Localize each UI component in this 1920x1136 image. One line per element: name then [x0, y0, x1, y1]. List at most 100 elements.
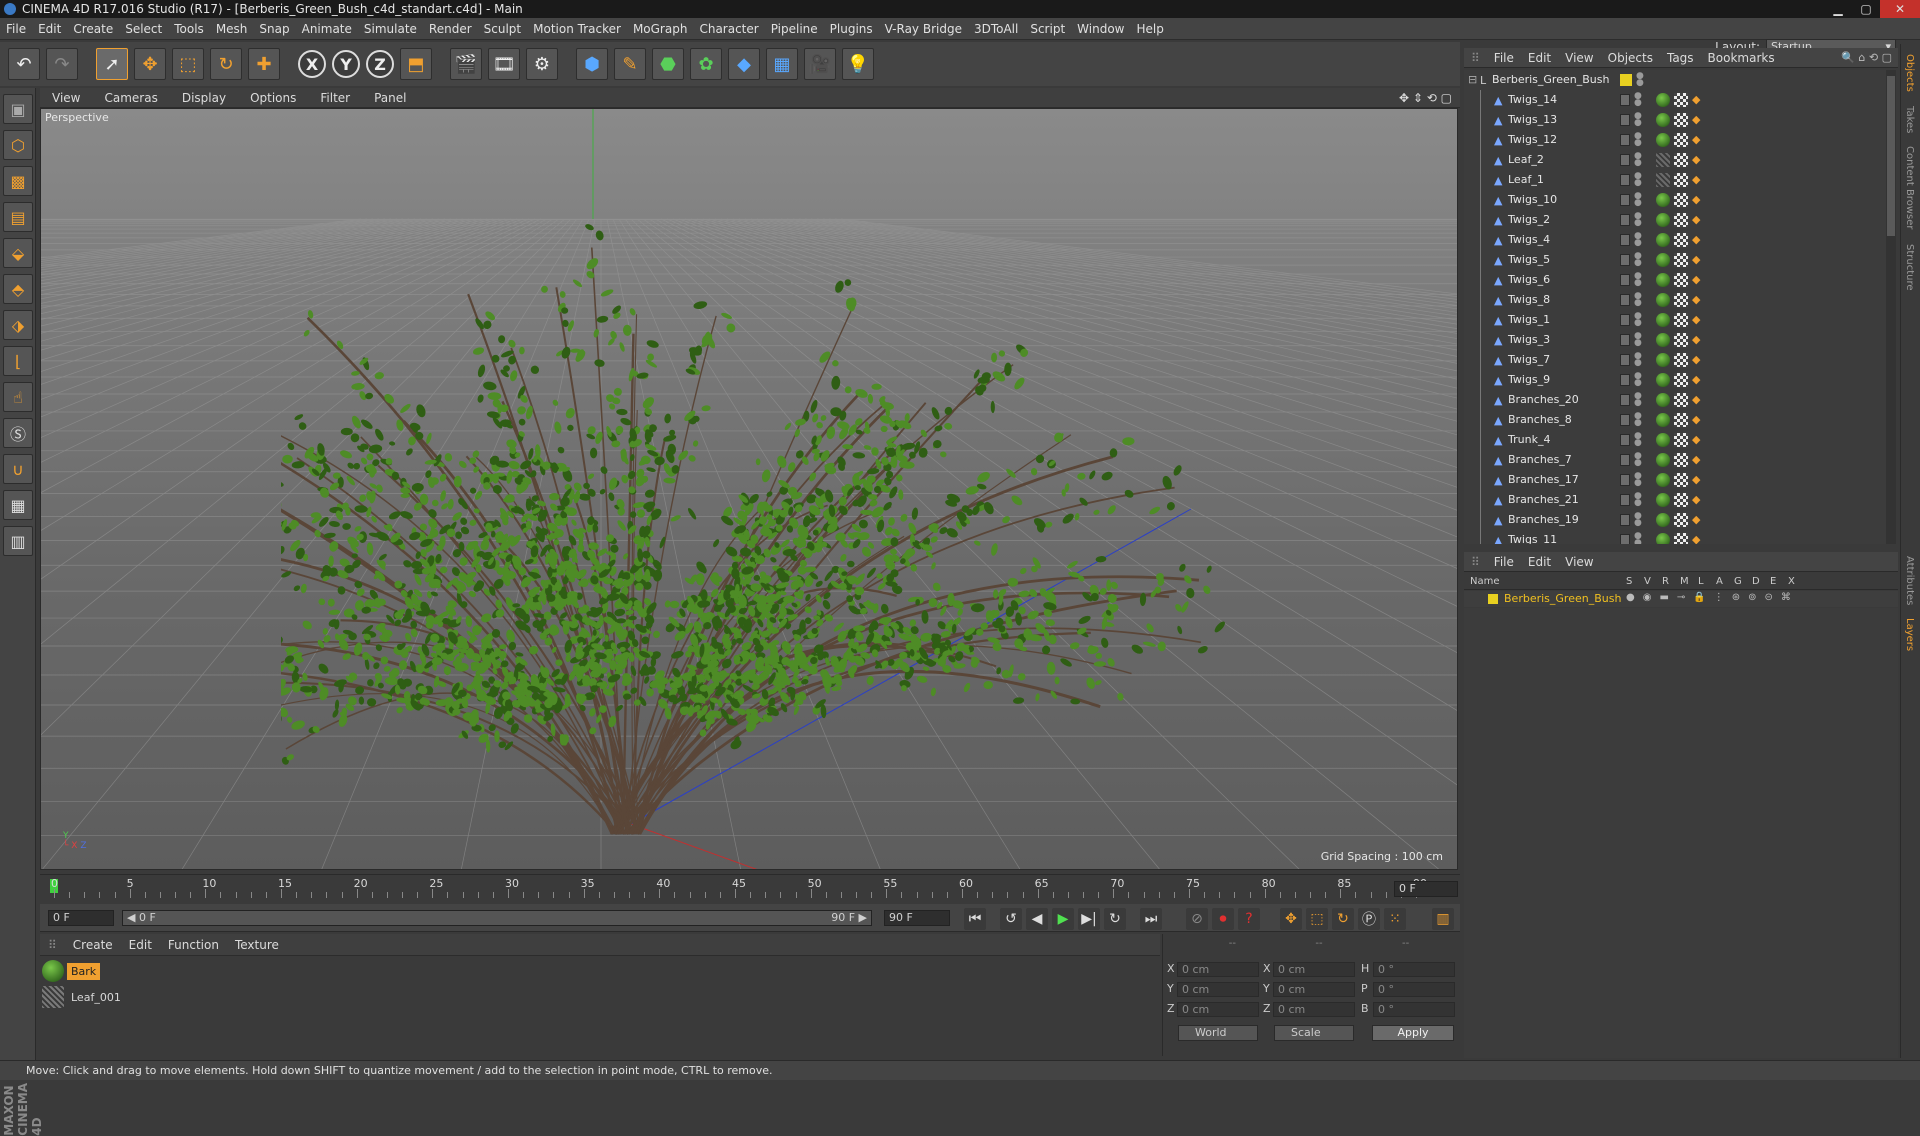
axis-mode-icon[interactable]: ⌊	[3, 346, 33, 376]
object-row[interactable]: ▲Twigs_7●●◆	[1464, 350, 1886, 370]
selection-tag-icon[interactable]: ◆	[1692, 193, 1700, 206]
uvw-tag-icon[interactable]	[1674, 533, 1688, 544]
material-tag-icon[interactable]	[1656, 333, 1670, 347]
object-row[interactable]: ▲Twigs_12●●◆	[1464, 130, 1886, 150]
previous-frame-icon[interactable]: ◀	[1026, 908, 1048, 930]
menu-simulate[interactable]: Simulate	[358, 18, 423, 40]
visibility-dots[interactable]: ●●	[1634, 153, 1642, 167]
layer-toggle-icon[interactable]	[1620, 534, 1630, 544]
size-y-field[interactable]: 0 cm	[1273, 982, 1355, 997]
menu-pipeline[interactable]: Pipeline	[765, 18, 824, 40]
selection-tag-icon[interactable]: ◆	[1692, 373, 1700, 386]
selection-tag-icon[interactable]: ◆	[1692, 213, 1700, 226]
material-tag-icon[interactable]	[1656, 353, 1670, 367]
uvw-tag-icon[interactable]	[1674, 473, 1688, 487]
layer-toggle-icon[interactable]	[1620, 474, 1630, 486]
material-menu-edit[interactable]: Edit	[121, 938, 160, 952]
material-tag-icon[interactable]	[1656, 233, 1670, 247]
camera-icon[interactable]: 🎥	[804, 48, 836, 80]
selection-tag-icon[interactable]: ◆	[1692, 253, 1700, 266]
object-row[interactable]: ▲Twigs_14●●◆	[1464, 90, 1886, 110]
position-z-field[interactable]: 0 cm	[1177, 1002, 1259, 1017]
visibility-dots[interactable]: ●●	[1634, 213, 1642, 227]
menu-character[interactable]: Character	[693, 18, 764, 40]
layer-toggle-icon[interactable]	[1620, 414, 1630, 426]
uvw-tag-icon[interactable]	[1674, 173, 1688, 187]
layer-row[interactable]: Berberis_Green_Bush ●◉▬⊸🔒⋮⊛⊚⊝⌘	[1464, 591, 1898, 607]
menu-tools[interactable]: Tools	[168, 18, 210, 40]
goto-end-icon[interactable]: ⏭	[1140, 908, 1162, 930]
layer-toggle-icon[interactable]	[1620, 114, 1630, 126]
objects-menu-view[interactable]: View	[1558, 51, 1600, 65]
size-z-field[interactable]: 0 cm	[1273, 1002, 1355, 1017]
end-frame-field[interactable]: 90 F	[884, 910, 950, 926]
menu-help[interactable]: Help	[1130, 18, 1169, 40]
coordinate-system-icon[interactable]: ⬒	[400, 48, 432, 80]
uvw-tag-icon[interactable]	[1674, 493, 1688, 507]
material-item-leaf[interactable]: Leaf_001	[42, 986, 125, 1008]
selection-tag-icon[interactable]: ◆	[1692, 493, 1700, 506]
layer-toggle-icon[interactable]	[1620, 494, 1630, 506]
object-row[interactable]: ▲Branches_17●●◆	[1464, 470, 1886, 490]
object-row[interactable]: ▲Twigs_5●●◆	[1464, 250, 1886, 270]
material-tag-icon[interactable]	[1656, 273, 1670, 287]
object-row[interactable]: ▲Twigs_4●●◆	[1464, 230, 1886, 250]
viewport-menu-view[interactable]: View	[40, 91, 92, 105]
visibility-dots[interactable]: ●●	[1634, 133, 1642, 147]
visibility-dots[interactable]: ●●	[1634, 173, 1642, 187]
uvw-tag-icon[interactable]	[1674, 513, 1688, 527]
menu-animate[interactable]: Animate	[296, 18, 358, 40]
uvw-tag-icon[interactable]	[1674, 453, 1688, 467]
material-tag-icon[interactable]	[1656, 293, 1670, 307]
record-keys-icon[interactable]: ⊘	[1186, 908, 1208, 930]
object-row[interactable]: ▲Twigs_3●●◆	[1464, 330, 1886, 350]
maximize-button[interactable]: ▢	[1852, 0, 1880, 18]
menu-mograph[interactable]: MoGraph	[627, 18, 694, 40]
menu-script[interactable]: Script	[1024, 18, 1071, 40]
key-pla-icon[interactable]: ⁙	[1384, 908, 1406, 930]
layer-toggle-icon[interactable]	[1620, 354, 1630, 366]
y-axis-lock-icon[interactable]: Y	[332, 50, 360, 78]
object-row[interactable]: ▲Trunk_4●●◆	[1464, 430, 1886, 450]
layer-toggle-icon[interactable]	[1620, 254, 1630, 266]
material-tag-icon[interactable]	[1656, 373, 1670, 387]
selection-tag-icon[interactable]: ◆	[1692, 153, 1700, 166]
points-mode-icon[interactable]: ⬙	[3, 238, 33, 268]
menu-select[interactable]: Select	[119, 18, 168, 40]
close-button[interactable]: ✕	[1880, 0, 1920, 18]
selection-tag-icon[interactable]: ◆	[1692, 113, 1700, 126]
redo-icon[interactable]: ↷	[46, 48, 78, 80]
selection-tag-icon[interactable]: ◆	[1692, 333, 1700, 346]
menu-plugins[interactable]: Plugins	[824, 18, 879, 40]
previous-key-icon[interactable]: ↺	[1000, 908, 1022, 930]
layer-toggle-icon[interactable]	[1620, 514, 1630, 526]
uvw-tag-icon[interactable]	[1674, 373, 1688, 387]
object-row[interactable]: ▲Leaf_2●●◆	[1464, 150, 1886, 170]
material-tag-icon[interactable]	[1656, 133, 1670, 147]
visibility-dots[interactable]: ●●	[1634, 473, 1642, 487]
objects-menu-tags[interactable]: Tags	[1660, 51, 1701, 65]
rotation-b-field[interactable]: 0 °	[1373, 1002, 1455, 1017]
edges-mode-icon[interactable]: ⬘	[3, 274, 33, 304]
object-row[interactable]: ▲Branches_21●●◆	[1464, 490, 1886, 510]
timeline-ruler[interactable]: 051015202530354045505560657075808590 0 F	[40, 874, 1460, 902]
material-tag-icon[interactable]	[1656, 253, 1670, 267]
selection-tag-icon[interactable]: ◆	[1692, 173, 1700, 186]
recent-tool-icon[interactable]: ✚	[248, 48, 280, 80]
material-tag-icon[interactable]	[1656, 213, 1670, 227]
visibility-dots[interactable]: ●●	[1634, 533, 1642, 544]
key-selection-icon[interactable]: ?	[1238, 908, 1260, 930]
visibility-dots[interactable]: ●●	[1634, 113, 1642, 127]
object-row[interactable]: ▲Branches_19●●◆	[1464, 510, 1886, 530]
play-forward-icon[interactable]: ▶	[1052, 908, 1074, 930]
object-row[interactable]: ▲Twigs_9●●◆	[1464, 370, 1886, 390]
scale-tool-icon[interactable]: ⬚	[172, 48, 204, 80]
material-tag-icon[interactable]	[1656, 393, 1670, 407]
visibility-dots[interactable]: ●●	[1634, 273, 1642, 287]
layer-toggle-icon[interactable]	[1620, 314, 1630, 326]
object-row[interactable]: ▲Twigs_1●●◆	[1464, 310, 1886, 330]
selection-tag-icon[interactable]: ◆	[1692, 453, 1700, 466]
selection-tag-icon[interactable]: ◆	[1692, 273, 1700, 286]
goto-start-icon[interactable]: ⏮	[964, 908, 986, 930]
sculpt-grid-icon[interactable]: ▥	[3, 526, 33, 556]
